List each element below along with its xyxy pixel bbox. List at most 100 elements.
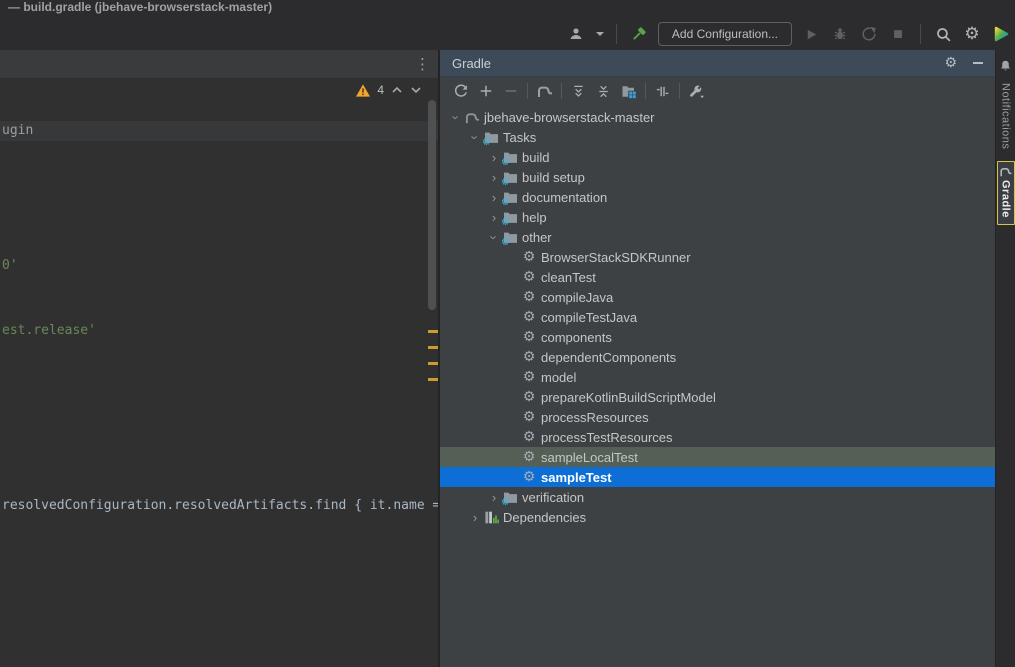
previous-warning-icon[interactable]: [391, 85, 403, 95]
toolbar-separator: [616, 24, 617, 44]
build-hammer-icon[interactable]: [629, 24, 649, 44]
chevron-right-icon[interactable]: ›: [486, 210, 502, 225]
tree-item-build-setup[interactable]: ›⚙build setup: [440, 167, 995, 187]
run-with-coverage-icon[interactable]: [859, 24, 879, 44]
gradle-elephant-icon: [999, 166, 1012, 177]
tree-item-label: help: [522, 210, 555, 225]
tree-item-label: prepareKotlinBuildScriptModel: [541, 390, 724, 405]
tree-item-build[interactable]: ›⚙build: [440, 147, 995, 167]
tasks-folder-icon: ⚙: [502, 229, 518, 245]
tab-options-icon[interactable]: ⋮: [415, 55, 430, 73]
chevron-right-icon[interactable]: ›: [486, 150, 502, 165]
scrollbar-warning-mark[interactable]: [428, 362, 438, 365]
tree-item-label: processTestResources: [541, 430, 681, 445]
tree-item-compiletestjava[interactable]: ⚙ compileTestJava: [440, 307, 995, 327]
scrollbar-warning-mark[interactable]: [428, 378, 438, 381]
window-titlebar: — build.gradle (jbehave-browserstack-mas…: [0, 0, 1015, 16]
notifications-bell-icon[interactable]: [999, 59, 1012, 78]
run-icon[interactable]: [801, 24, 821, 44]
gradle-panel-header[interactable]: Gradle ⚙: [440, 50, 995, 77]
tree-item-processtestresources[interactable]: ⚙processTestResources: [440, 427, 995, 447]
tool-window-button-notifications[interactable]: Notifications: [1000, 83, 1012, 149]
tree-item-sampletest[interactable]: ⚙ sampleTest: [440, 467, 995, 487]
collapse-all-icon[interactable]: [591, 79, 616, 103]
gradle-panel-toolbar: [440, 77, 995, 105]
tree-item-label: compileJava: [541, 290, 621, 305]
user-dropdown-icon[interactable]: [566, 24, 586, 44]
code-line: resolvedConfiguration.resolvedArtifacts.…: [2, 498, 438, 513]
chevron-right-icon[interactable]: ›: [467, 510, 483, 525]
tree-item-label: BrowserStackSDKRunner: [541, 250, 699, 265]
tasks-folder-icon: ⚙: [502, 149, 518, 165]
debug-icon[interactable]: [830, 24, 850, 44]
tree-item-dependentcomponents[interactable]: ⚙dependentComponents: [440, 347, 995, 367]
code-line: ugin: [2, 123, 33, 138]
toolbar-separator: [561, 83, 562, 99]
group-tasks-icon[interactable]: [616, 79, 641, 103]
editor-scrollbar[interactable]: [427, 78, 438, 667]
tree-item-model[interactable]: ⚙model: [440, 367, 995, 387]
tree-item-cleantest[interactable]: ⚙cleanTest: [440, 267, 995, 287]
tree-item-tasks[interactable]: ›⚙Tasks: [440, 127, 995, 147]
warning-triangle-icon: [356, 84, 370, 97]
tasks-folder-icon: ⚙: [502, 189, 518, 205]
tree-item-verification[interactable]: ›⚙verification: [440, 487, 995, 507]
code-line: 0': [2, 258, 18, 273]
tree-item-jbehave-browserstack-master[interactable]: › jbehave-browserstack-master: [440, 107, 995, 127]
gradle-elephant-icon[interactable]: [532, 79, 557, 103]
toolbar-separator: [679, 83, 680, 99]
tree-item-help[interactable]: ›⚙ help: [440, 207, 995, 227]
tree-item-documentation[interactable]: ›⚙documentation: [440, 187, 995, 207]
tool-window-options-gear-icon[interactable]: ⚙: [944, 56, 957, 70]
search-everywhere-icon[interactable]: [933, 24, 953, 44]
chevron-down-icon[interactable]: ›: [487, 229, 502, 245]
gradle-tab-label: Gradle: [1000, 180, 1012, 218]
tool-window-button-gradle[interactable]: Gradle: [997, 161, 1015, 225]
expand-all-icon[interactable]: [566, 79, 591, 103]
chevron-down-icon[interactable]: [596, 32, 604, 36]
gradle-project-icon: [464, 109, 480, 125]
tree-item-processresources[interactable]: ⚙processResources: [440, 407, 995, 427]
tasks-folder-icon: ⚙: [502, 489, 518, 505]
add-configuration-button[interactable]: Add Configuration...: [658, 22, 792, 46]
tree-item-preparekotlinbuildscriptmodel[interactable]: ⚙prepareKotlinBuildScriptModel: [440, 387, 995, 407]
scrollbar-warning-mark[interactable]: [428, 346, 438, 349]
scrollbar-thumb[interactable]: [428, 100, 436, 310]
tree-item-label: compileTestJava: [541, 310, 645, 325]
code-editor[interactable]: ugin0'est.release'resolvedConfiguration.…: [0, 78, 438, 667]
hide-tool-window-icon[interactable]: [973, 62, 983, 64]
task-gear-icon: ⚙: [521, 269, 537, 285]
tree-item-label: components: [541, 330, 620, 345]
tree-item-compilejava[interactable]: ⚙ compileJava: [440, 287, 995, 307]
task-gear-icon: ⚙: [521, 309, 537, 325]
task-gear-icon: ⚙: [521, 289, 537, 305]
add-icon[interactable]: [473, 79, 498, 103]
remove-icon[interactable]: [498, 79, 523, 103]
stop-icon[interactable]: [888, 24, 908, 44]
task-gear-icon: ⚙: [521, 469, 537, 485]
gradle-settings-wrench-icon[interactable]: [684, 79, 709, 103]
tasks-folder-icon: ⚙: [502, 209, 518, 225]
inspections-widget[interactable]: 4: [356, 83, 422, 97]
chevron-right-icon[interactable]: ›: [486, 490, 502, 505]
settings-gear-icon[interactable]: ⚙: [962, 24, 982, 44]
scrollbar-warning-mark[interactable]: [428, 330, 438, 333]
tree-item-dependencies[interactable]: ›Dependencies: [440, 507, 995, 527]
tree-item-label: jbehave-browserstack-master: [484, 110, 663, 125]
tree-item-other[interactable]: ›⚙ other: [440, 227, 995, 247]
next-warning-icon[interactable]: [410, 85, 422, 95]
tree-item-label: other: [522, 230, 560, 245]
chevron-right-icon[interactable]: ›: [486, 190, 502, 205]
editor-tab-bar: ⋮: [0, 50, 438, 78]
chevron-down-icon[interactable]: ›: [449, 109, 464, 125]
tree-item-samplelocaltest[interactable]: ⚙sampleLocalTest: [440, 447, 995, 467]
refresh-icon[interactable]: [448, 79, 473, 103]
offline-mode-icon[interactable]: [650, 79, 675, 103]
tree-item-label: sampleTest: [541, 470, 620, 485]
tree-item-browserstacksdkrunner[interactable]: ⚙BrowserStackSDKRunner: [440, 247, 995, 267]
chevron-right-icon[interactable]: ›: [486, 170, 502, 185]
chevron-down-icon[interactable]: ›: [468, 129, 483, 145]
current-line-highlight: [0, 121, 438, 141]
tree-item-components[interactable]: ⚙components: [440, 327, 995, 347]
toolbar-separator: [920, 24, 921, 44]
